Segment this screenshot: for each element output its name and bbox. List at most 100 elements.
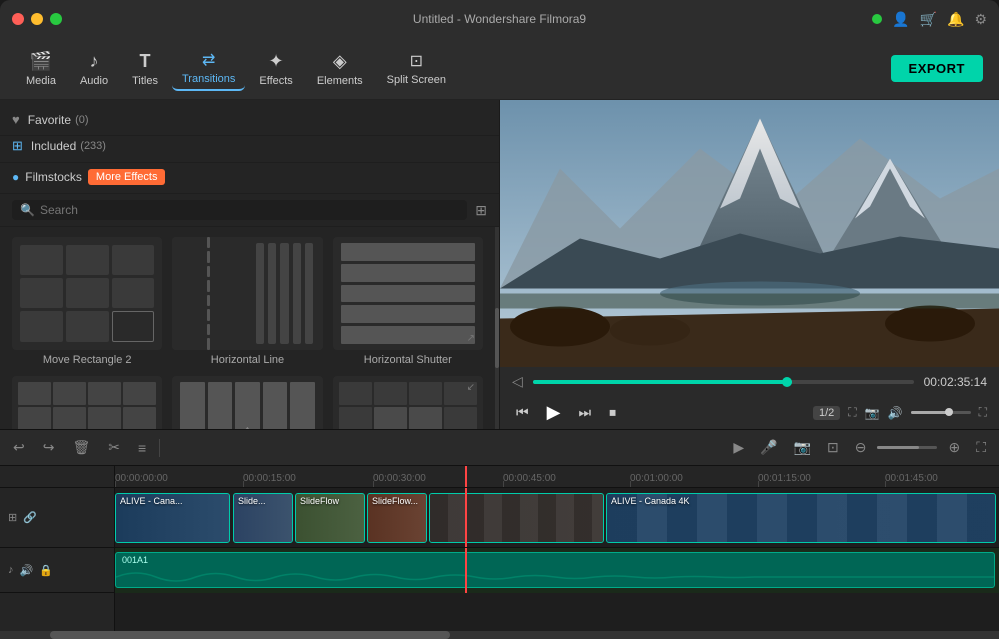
audio-note-icon[interactable]: ♪ (8, 564, 14, 576)
play-buttons: ⏮ ▶ ⏭ ⏹ (512, 400, 620, 425)
volume-fill (911, 411, 947, 414)
toolbar-transitions[interactable]: ⇄ Transitions (172, 46, 245, 91)
progress-bar[interactable] (533, 380, 914, 384)
audio-volume-icon[interactable]: 🔊 (20, 564, 34, 577)
volume-icon[interactable]: 🔊 (888, 406, 903, 420)
list-button[interactable]: ≡ (133, 437, 151, 459)
playhead-audio (465, 548, 467, 593)
transition-vert-shutter[interactable]: ↕ Vertical Shutter (172, 376, 322, 429)
favorite-label: Favorite (28, 113, 71, 127)
undo-button[interactable]: ↩ (8, 436, 30, 459)
timeline-mic-icon[interactable]: 🎤 (755, 436, 782, 459)
titlebar-right-icons: 👤 🛒 🔔 ⚙ (872, 11, 987, 28)
video-clip-6[interactable]: ALIVE - Canada 4K (606, 493, 996, 543)
transition-thumb-grid-zoom-in (12, 376, 162, 429)
video-clip-2[interactable]: Slide... (233, 493, 293, 543)
audio-clip-1[interactable]: 001A1 (115, 552, 995, 588)
toolbar-media[interactable]: 🎬 Media (16, 47, 66, 91)
snapshot-icon[interactable]: 📷 (865, 406, 880, 420)
previous-frame-button[interactable]: ⏮ (512, 402, 533, 423)
time-display: 00:02:35:14 (924, 375, 987, 389)
toolbar-titles[interactable]: T Titles (122, 47, 168, 91)
next-frame-button[interactable]: ⏭ (574, 402, 595, 423)
included-label: Included (31, 139, 76, 153)
view-grid-icon[interactable]: ⊞ (475, 202, 487, 219)
audio-clip-label-1: 001A1 (122, 555, 148, 565)
timeline-scrollbar[interactable] (0, 631, 999, 639)
transition-horiz-line[interactable]: Horizontal Line (172, 237, 322, 366)
audio-icon: ♪ (90, 51, 99, 72)
notification-icon[interactable]: 🔔 (947, 11, 964, 28)
main-content: ♥ Favorite (0) ⊞ Included (233) ● Filmst… (0, 100, 999, 429)
volume-thumb (945, 408, 953, 416)
titles-label: Titles (132, 75, 158, 87)
expand-icon[interactable]: ⛶ (979, 405, 987, 420)
more-effects-button[interactable]: More Effects (88, 169, 166, 185)
link-icon[interactable]: 🔗 (23, 511, 37, 524)
timeline-cam-icon[interactable]: 📷 (789, 436, 816, 459)
timeline-content: ⊞ 🔗 ♪ 🔊 🔒 00:00:00:00 00:00:15:00 00:00:… (0, 466, 999, 631)
fullscreen-icon[interactable]: ⛶ (848, 405, 856, 420)
toolbar-audio[interactable]: ♪ Audio (70, 47, 118, 91)
video-clip-5[interactable] (429, 493, 604, 543)
transition-move-rect-2[interactable]: Move Rectangle 2 (12, 237, 162, 366)
transition-grid-zoom-in[interactable]: Grid Zoom In (12, 376, 162, 429)
video-clip-4[interactable]: SlideFlow... (367, 493, 427, 543)
search-input[interactable] (40, 203, 459, 217)
timeline: ↩ ↪ 🗑 ✂ ≡ ▶ 🎤 📷 ⊡ ⊖ ⊕ ⛶ ⊞ 🔗 (0, 429, 999, 639)
progress-thumb (782, 377, 792, 387)
timeline-zoom-slider[interactable] (877, 446, 937, 449)
audio-track-label: ♪ 🔊 🔒 (0, 548, 114, 593)
transition-horiz-shutter[interactable]: ↗ Horizontal Shutter (333, 237, 483, 366)
filter-included[interactable]: Included (233) (31, 139, 106, 153)
toolbar-split-screen[interactable]: ⊡ Split Screen (377, 47, 456, 90)
video-track-label: ⊞ 🔗 (0, 488, 114, 548)
video-clip-3[interactable]: SlideFlow (295, 493, 365, 543)
transition-thumb-grid-zoom-out: ↙ (333, 376, 483, 429)
elements-label: Elements (317, 75, 363, 87)
quality-badge[interactable]: 1/2 (813, 406, 840, 420)
maximize-button[interactable] (50, 13, 62, 25)
volume-slider[interactable] (911, 411, 971, 414)
scissors-button[interactable]: ✂ (103, 436, 125, 459)
video-clip-1[interactable]: ALIVE - Cana... (115, 493, 230, 543)
main-toolbar: 🎬 Media ♪ Audio T Titles ⇄ Transitions ✦… (0, 38, 999, 100)
status-indicator (872, 14, 882, 24)
stop-button[interactable]: ⏹ (605, 402, 620, 423)
account-icon[interactable]: 👤 (892, 11, 909, 28)
elements-icon: ◈ (333, 51, 347, 72)
delete-button[interactable]: 🗑 (67, 436, 95, 459)
search-input-wrap[interactable]: 🔍 (12, 200, 467, 220)
ruler-mark-30: 00:00:30:00 (373, 473, 426, 484)
toolbar-elements[interactable]: ◈ Elements (307, 47, 373, 91)
clip-label-4: SlideFlow... (372, 496, 418, 506)
export-button[interactable]: EXPORT (891, 55, 983, 82)
transitions-scrollbar[interactable] (495, 227, 499, 429)
search-icon: 🔍 (20, 203, 35, 217)
redo-button[interactable]: ↪ (38, 436, 60, 459)
media-label: Media (26, 75, 56, 87)
timeline-fullscreen-icon[interactable]: ⛶ (971, 436, 991, 459)
timeline-minus-icon[interactable]: ⊖ (850, 436, 872, 459)
titlebar: Untitled - Wondershare Filmora9 👤 🛒 🔔 ⚙ (0, 0, 999, 38)
audio-track: 001A1 (115, 548, 999, 593)
transitions-panel: ♥ Favorite (0) ⊞ Included (233) ● Filmst… (0, 100, 500, 429)
audio-lock-icon[interactable]: 🔒 (39, 564, 53, 577)
close-button[interactable] (12, 13, 24, 25)
play-button[interactable]: ▶ (543, 400, 565, 425)
timeline-plus-icon[interactable]: ⊕ (943, 436, 965, 459)
timeline-play-icon[interactable]: ▶ (728, 436, 749, 459)
split-screen-label: Split Screen (387, 74, 446, 86)
transition-grid-zoom-out[interactable]: ↙ Grid Zoom Out (333, 376, 483, 429)
add-track-icon[interactable]: ⊞ (8, 511, 17, 524)
preview-panel: ◁ 00:02:35:14 ⏮ ▶ ⏭ ⏹ 1/2 ⛶ 📷 🔊 (500, 100, 999, 429)
settings-icon[interactable]: ⚙ (974, 11, 987, 28)
timeline-snap-icon[interactable]: ⊡ (822, 436, 844, 459)
minimize-button[interactable] (31, 13, 43, 25)
filter-favorite[interactable]: Favorite (0) (28, 113, 89, 127)
cart-icon[interactable]: 🛒 (920, 11, 937, 28)
ruler-mark-0: 00:00:00:00 (115, 473, 168, 484)
split-screen-icon: ⊡ (410, 51, 423, 71)
timeline-scrollbar-thumb (50, 631, 450, 639)
toolbar-effects[interactable]: ✦ Effects (249, 47, 302, 91)
